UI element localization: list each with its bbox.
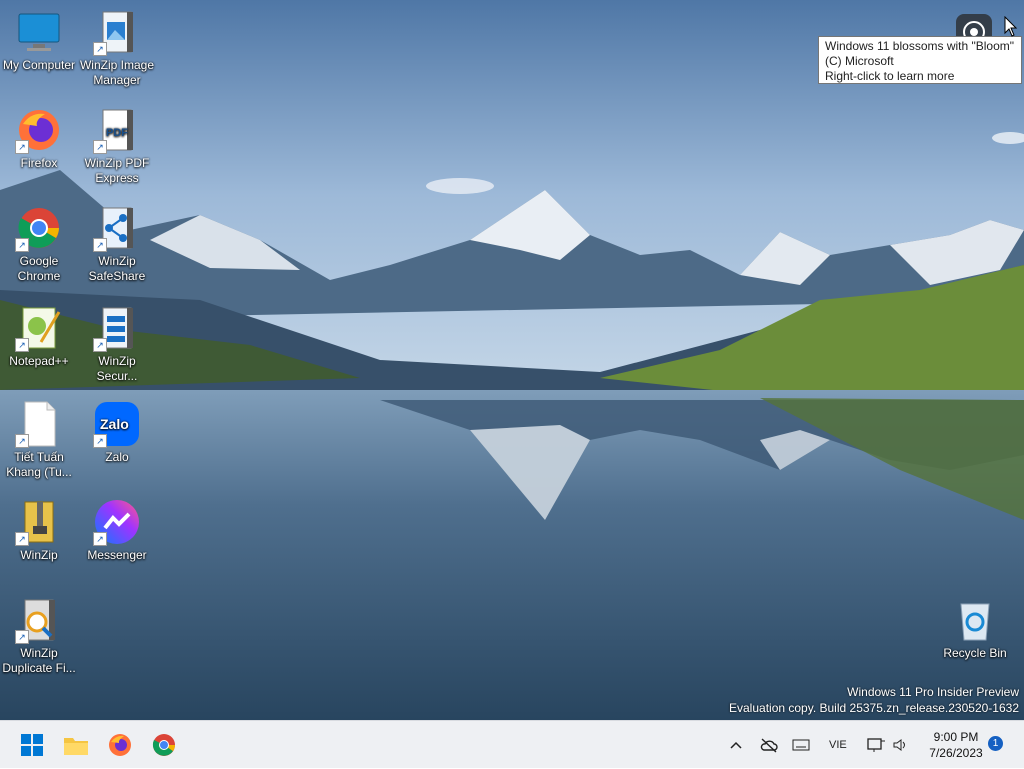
desktop[interactable]: My Computer ↗ Firefox ↗ Google Chrome ↗ … [0,0,1024,720]
shortcut-arrow-icon: ↗ [15,140,29,154]
shortcut-arrow-icon: ↗ [93,140,107,154]
tooltip-line-1: Windows 11 blossoms with "Bloom" [825,39,1015,53]
chevron-up-icon [730,741,742,749]
mouse-cursor-icon [1004,16,1018,37]
desktop-icon-my-computer[interactable]: My Computer [0,8,78,73]
show-hidden-icons-button[interactable] [728,721,744,769]
desktop-icon-winzip-secure[interactable]: ↗ WinZip Secur... [78,304,156,384]
tooltip-line-3: Right-click to learn more [825,69,955,83]
keyboard-icon [792,739,810,751]
shortcut-arrow-icon: ↗ [15,630,29,644]
file-explorer-icon [64,738,88,755]
desktop-icon-winzip-duplicate[interactable]: ↗ WinZip Duplicate Fi... [0,596,78,676]
desktop-icon-notepadpp[interactable]: ↗ Notepad++ [0,304,78,369]
winzip-pdf-icon: PDF ↗ [93,106,141,154]
shortcut-arrow-icon: ↗ [15,338,29,352]
keyboard-button[interactable] [792,721,810,769]
messenger-icon: ↗ [93,498,141,546]
desktop-icon-winzip[interactable]: ↗ WinZip [0,498,78,563]
shortcut-arrow-icon: ↗ [93,532,107,546]
svg-text:PDF: PDF [106,127,128,139]
desktop-icon-winzip-image-manager[interactable]: ↗ WinZip Image Manager [78,8,156,88]
winzip-icon: ↗ [15,498,63,546]
shortcut-arrow-icon: ↗ [93,42,107,56]
watermark-edition: Windows 11 Pro Insider Preview [847,685,1019,699]
language-indicator: VIE [829,739,847,751]
document-icon: ↗ [15,400,63,448]
notification-badge[interactable]: 1 [988,736,1003,751]
taskbar: VIE 9:00 PM 7/26/2023 [0,720,1024,768]
desktop-icon-chrome[interactable]: ↗ Google Chrome [0,204,78,284]
shortcut-arrow-icon: ↗ [15,238,29,252]
shortcut-arrow-icon: ↗ [15,532,29,546]
notepadpp-icon: ↗ [15,304,63,352]
clock-button[interactable]: 9:00 PM 7/26/2023 [920,729,992,761]
shortcut-arrow-icon: ↗ [93,434,107,448]
desktop-icon-messenger[interactable]: ↗ Messenger [78,498,156,563]
winzip-duplicate-icon: ↗ [15,596,63,644]
cloud-offline-icon [760,738,778,753]
recycle-bin-icon [951,596,999,644]
chrome-icon: ↗ [15,204,63,252]
clock-time: 9:00 PM [933,730,979,744]
tooltip-line-2: (C) Microsoft [825,54,894,68]
firefox-icon: ↗ [15,106,63,154]
onedrive-button[interactable] [760,721,778,769]
desktop-icon-document[interactable]: ↗ Tiết Tuấn Khang (Tu... [0,400,78,480]
shortcut-arrow-icon: ↗ [93,238,107,252]
desktop-icon-winzip-pdf[interactable]: PDF ↗ WinZip PDF Express [78,106,156,186]
start-icon [21,734,43,756]
language-button[interactable]: VIE [829,721,847,769]
chrome-icon [152,734,175,756]
tooltip: Windows 11 blossoms with "Bloom" (C) Mic… [818,36,1022,84]
winzip-safeshare-icon: ↗ [93,204,141,252]
clock-date: 7/26/2023 [929,746,983,760]
desktop-icon-winzip-safeshare[interactable]: ↗ WinZip SafeShare [78,204,156,284]
volume-button[interactable] [892,721,908,769]
zalo-icon: Zalo ↗ [93,400,141,448]
svg-text:Zalo: Zalo [100,416,129,432]
monitor-icon [15,8,63,56]
desktop-icon-firefox[interactable]: ↗ Firefox [0,106,78,171]
file-explorer-button[interactable] [60,729,92,761]
firefox-icon [109,734,131,756]
winzip-secure-icon: ↗ [93,304,141,352]
taskbar-firefox-button[interactable] [104,729,136,761]
winzip-image-icon: ↗ [93,8,141,56]
evaluation-watermark: Windows 11 Pro Insider Preview Evaluatio… [729,684,1019,716]
speaker-icon [893,739,905,751]
start-button[interactable] [16,729,48,761]
desktop-icon-recycle-bin[interactable]: Recycle Bin [936,596,1014,661]
shortcut-arrow-icon: ↗ [15,434,29,448]
desktop-icon-zalo[interactable]: Zalo ↗ Zalo [78,400,156,465]
shortcut-arrow-icon: ↗ [93,338,107,352]
network-button[interactable] [866,721,886,769]
network-icon [867,738,885,752]
taskbar-chrome-button[interactable] [148,729,180,761]
watermark-build: Evaluation copy. Build 25375.zn_release.… [729,701,1019,715]
